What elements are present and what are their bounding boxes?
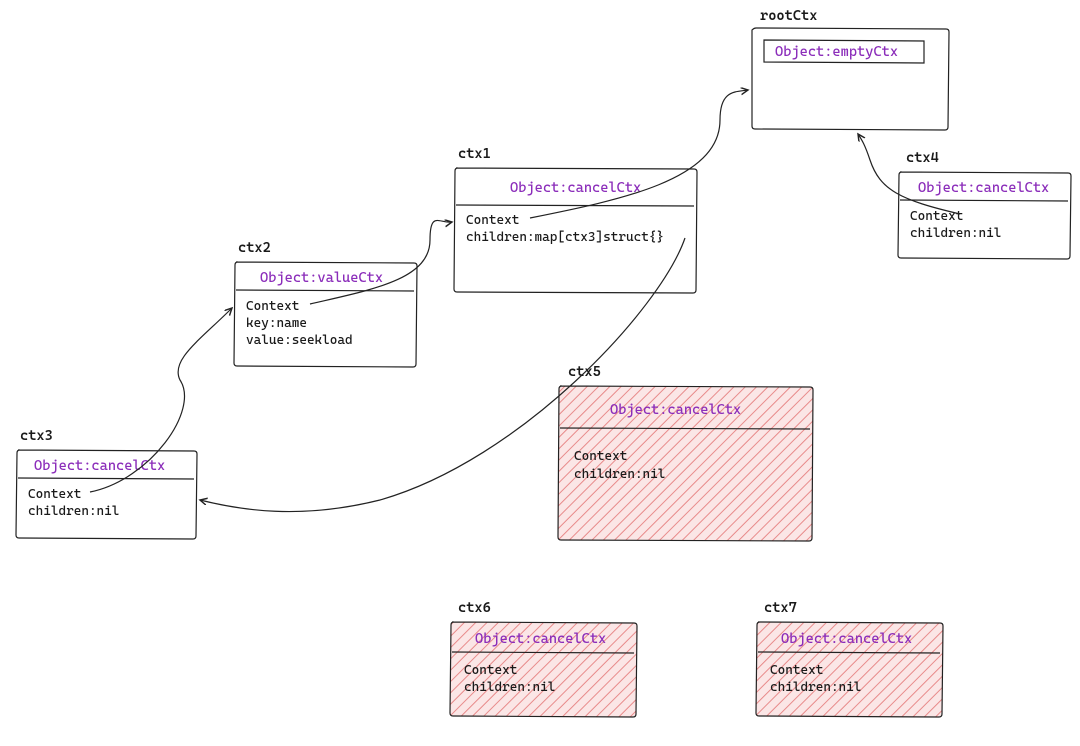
node-ctx2: ctx2 Object:valueCtx Context key:name va… (234, 240, 417, 367)
header-ctx1: Object:cancelCtx (510, 180, 641, 196)
body-ctx4-1: children:nil (910, 226, 1001, 241)
header-ctx2: Object:valueCtx (260, 270, 383, 286)
body-ctx2-1: key:name (246, 316, 307, 331)
node-ctx3: ctx3 Object:cancelCtx Context children:n… (16, 428, 197, 539)
label-ctx4: ctx4 (906, 150, 939, 166)
body-ctx1-1: children:map[ctx3]struct{} (466, 229, 664, 245)
label-ctx1: ctx1 (458, 146, 491, 162)
body-ctx3-1: children:nil (28, 504, 119, 519)
body-ctx1-0: Context (466, 213, 519, 228)
body-ctx2-0: Context (246, 299, 299, 314)
node-ctx7: ctx7 Object:cancelCtx Context children:n… (756, 600, 943, 717)
header-ctx5: Object:cancelCtx (610, 402, 741, 418)
label-ctx6: ctx6 (458, 600, 491, 616)
body-ctx2-2: value:seekload (246, 333, 353, 348)
body-ctx5-0: Context (574, 449, 627, 464)
header-rootCtx: Object:emptyCtx (775, 44, 898, 60)
label-ctx2: ctx2 (238, 240, 271, 256)
body-ctx3-0: Context (28, 487, 81, 502)
header-ctx6: Object:cancelCtx (475, 631, 606, 647)
header-ctx4: Object:cancelCtx (918, 180, 1049, 196)
node-rootCtx: rootCtx Object:emptyCtx (752, 8, 949, 130)
body-ctx6-1: children:nil (464, 680, 555, 695)
body-ctx4-0: Context (910, 209, 963, 224)
label-rootCtx: rootCtx (760, 8, 817, 24)
node-ctx6: ctx6 Object:cancelCtx Context children:n… (450, 600, 637, 717)
node-ctx5: ctx5 Object:cancelCtx Context children:n… (558, 364, 813, 541)
diagram-canvas: rootCtx Object:emptyCtx ctx1 Object:canc… (0, 0, 1080, 746)
body-ctx6-0: Context (464, 663, 517, 678)
body-ctx5-1: children:nil (574, 467, 665, 482)
label-ctx3: ctx3 (20, 428, 53, 444)
body-ctx7-1: children:nil (770, 680, 861, 695)
header-ctx3: Object:cancelCtx (34, 458, 165, 474)
body-ctx7-0: Context (770, 663, 823, 678)
node-ctx1: ctx1 Object:cancelCtx Context children:m… (454, 146, 697, 293)
label-ctx7: ctx7 (764, 600, 797, 616)
header-ctx7: Object:cancelCtx (781, 631, 912, 647)
